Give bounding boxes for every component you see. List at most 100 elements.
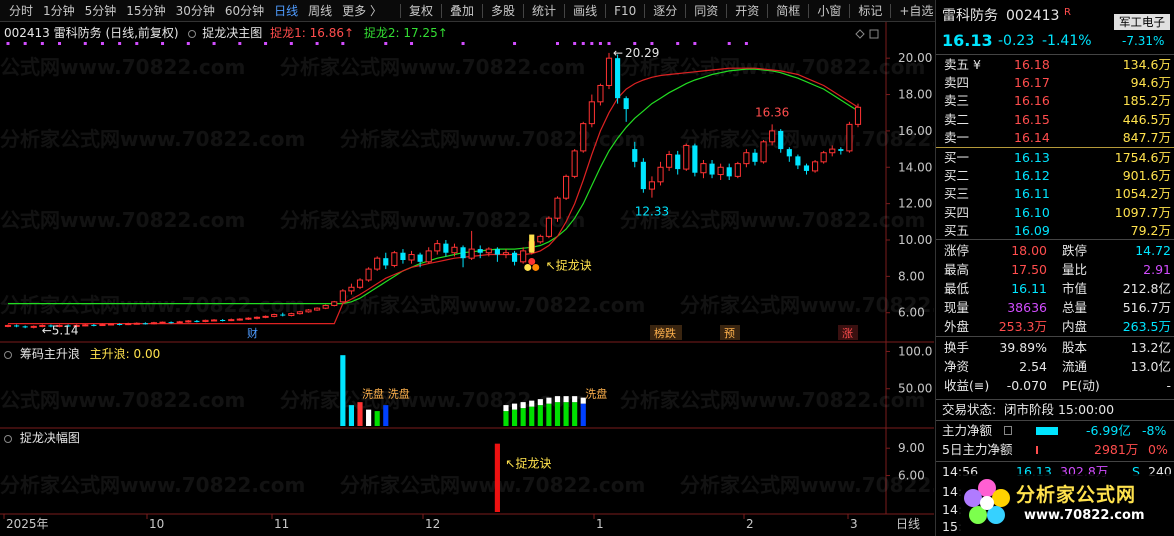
candle-body [485, 248, 492, 254]
settings-icon[interactable] [188, 29, 197, 38]
period-tab-2[interactable]: 5分钟 [80, 0, 122, 22]
toolbar-button-10[interactable]: 小窗 [812, 0, 846, 22]
net-row-2: 5日主力净额 2981万 0% [936, 441, 1174, 459]
toolbar-button-12[interactable]: +自选 [894, 0, 938, 22]
candle-body [468, 248, 475, 259]
sub1-bar-cap [554, 396, 561, 403]
period-tab-5[interactable]: 60分钟 [220, 0, 269, 22]
period-tab-4[interactable]: 30分钟 [171, 0, 220, 22]
y-tick-label: 100.0 [898, 344, 932, 358]
stock-code: 002413 [1006, 8, 1060, 24]
candle-body [743, 152, 750, 165]
candle-body [125, 323, 132, 326]
sub1-bar [546, 403, 552, 426]
signal-dot [555, 42, 559, 45]
sub1-bar [563, 402, 569, 426]
y-tick-label: 14.00 [898, 160, 932, 174]
toolbar-button-6[interactable]: 逐分 [648, 0, 682, 22]
sub1-name[interactable]: 筹码主升浪 [20, 347, 80, 361]
indicator-name[interactable]: 捉龙决主图 [202, 26, 262, 40]
toolbar-button-8[interactable]: 开资 [730, 0, 764, 22]
sub1-bar [529, 406, 535, 426]
candle-body [417, 254, 423, 262]
stat-label: 量比 [1062, 262, 1088, 277]
watermark-text: 分析家公式网www.70822.com [680, 293, 934, 317]
toolbar-button-2[interactable]: 多股 [486, 0, 520, 22]
period-tab-0[interactable]: 分时 [4, 0, 38, 22]
bid-label: 买二 [944, 168, 970, 184]
net-row-1: 主力净额 -6.99亿 -8% [936, 422, 1174, 440]
candle-body [615, 58, 621, 99]
toolbar-button-9[interactable]: 简框 [771, 0, 805, 22]
sector-tag[interactable]: 军工电子 [1114, 14, 1170, 30]
watermark-text: 分析家公式网www.70822.com [680, 473, 934, 497]
net2-value: 2981万 [1094, 442, 1139, 457]
list-icon[interactable] [1004, 426, 1012, 435]
signal-dot [100, 42, 104, 45]
divider [936, 420, 1174, 421]
net2-label: 5日主力净额 [942, 442, 1013, 457]
signal-dot [186, 42, 190, 45]
candle-body [220, 320, 226, 321]
sub1-bar [537, 405, 543, 426]
fund-label: 换手 [944, 340, 970, 355]
settings-icon[interactable] [4, 350, 12, 359]
candle-body [400, 252, 406, 260]
sub1-bar [503, 411, 509, 426]
fund-label: PE(动) [1062, 378, 1100, 393]
sub2-name[interactable]: 捉龙决幅图 [20, 431, 80, 445]
toolbar-button-7[interactable]: 同资 [689, 0, 723, 22]
toolbar-button-0[interactable]: 复权 [404, 0, 438, 22]
chart-area[interactable]: 分析家公式网www.70822.com 分析家公式网www.70822.com 分析… [0, 22, 985, 536]
candle-body [14, 325, 20, 327]
toolbar-button-5[interactable]: F10 [609, 0, 641, 22]
settings-icon[interactable] [4, 434, 12, 443]
stat-value: 263.5万 [1122, 319, 1171, 334]
stat-row: 最高 17.50 量比 2.91 [936, 261, 1174, 279]
quote-panel: 雷科防务 002413 R 军工电子 16.13 -0.23 -1.41% -7… [935, 0, 1174, 536]
kline-chart[interactable]: 分析家公式网www.70822.com 分析家公式网www.70822.com 分析… [0, 22, 985, 536]
signal-label: ↖捉龙诀 [546, 257, 592, 272]
toolbar-divider [605, 3, 607, 18]
toolbar-button-3[interactable]: 统计 [527, 0, 561, 22]
sub1-bar [374, 411, 380, 426]
x-tick-label: 2 [746, 517, 754, 531]
toolbar-divider [890, 3, 892, 18]
toolbar-button-1[interactable]: 叠加 [445, 0, 479, 22]
candle-body [107, 323, 115, 326]
fund-label: 净资 [944, 359, 970, 374]
candle-body [150, 322, 158, 325]
period-tab-6[interactable]: 日线 [269, 0, 303, 22]
signal-dot [650, 42, 654, 45]
sub1-bar-cap [529, 400, 535, 407]
candle-body [22, 326, 28, 328]
candle-body [648, 181, 656, 190]
candle-body [494, 249, 500, 255]
period-tab-7[interactable]: 周线 [303, 0, 337, 22]
toolbar-button-11[interactable]: 标记 [853, 0, 887, 22]
stat-value: 14.72 [1135, 243, 1171, 258]
candle-body [4, 324, 12, 327]
y-tick-label: 12.00 [898, 197, 932, 211]
toolbar-button-4[interactable]: 画线 [568, 0, 602, 22]
period-tab-1[interactable]: 1分钟 [38, 0, 80, 22]
fund-row: 收益(≡) -0.070 PE(动) - [936, 377, 1174, 395]
period-label: 日线 [896, 517, 920, 531]
period-tab-3[interactable]: 15分钟 [121, 0, 170, 22]
stat-value: 16.11 [1011, 281, 1047, 296]
bid-price: 16.10 [1014, 204, 1050, 220]
watermark-text: 分析家公式网www.70822.com [0, 208, 245, 232]
divider [936, 399, 1174, 400]
stat-label: 总量 [1062, 300, 1088, 315]
watermark-text: 分析家公式网www.70822.com [280, 208, 585, 232]
net1-value: -6.99亿 [1086, 423, 1131, 438]
divider [936, 54, 1174, 55]
candle-body [185, 320, 192, 323]
x-tick-label: 3 [850, 517, 858, 531]
candle-body [734, 163, 741, 177]
divider [936, 239, 1174, 240]
watermark-text: 分析家公式网www.70822.com [680, 127, 934, 151]
candle-body [640, 161, 646, 190]
flower-icon [964, 479, 1010, 524]
period-tab-8[interactable]: 更多 〉 [337, 0, 387, 22]
